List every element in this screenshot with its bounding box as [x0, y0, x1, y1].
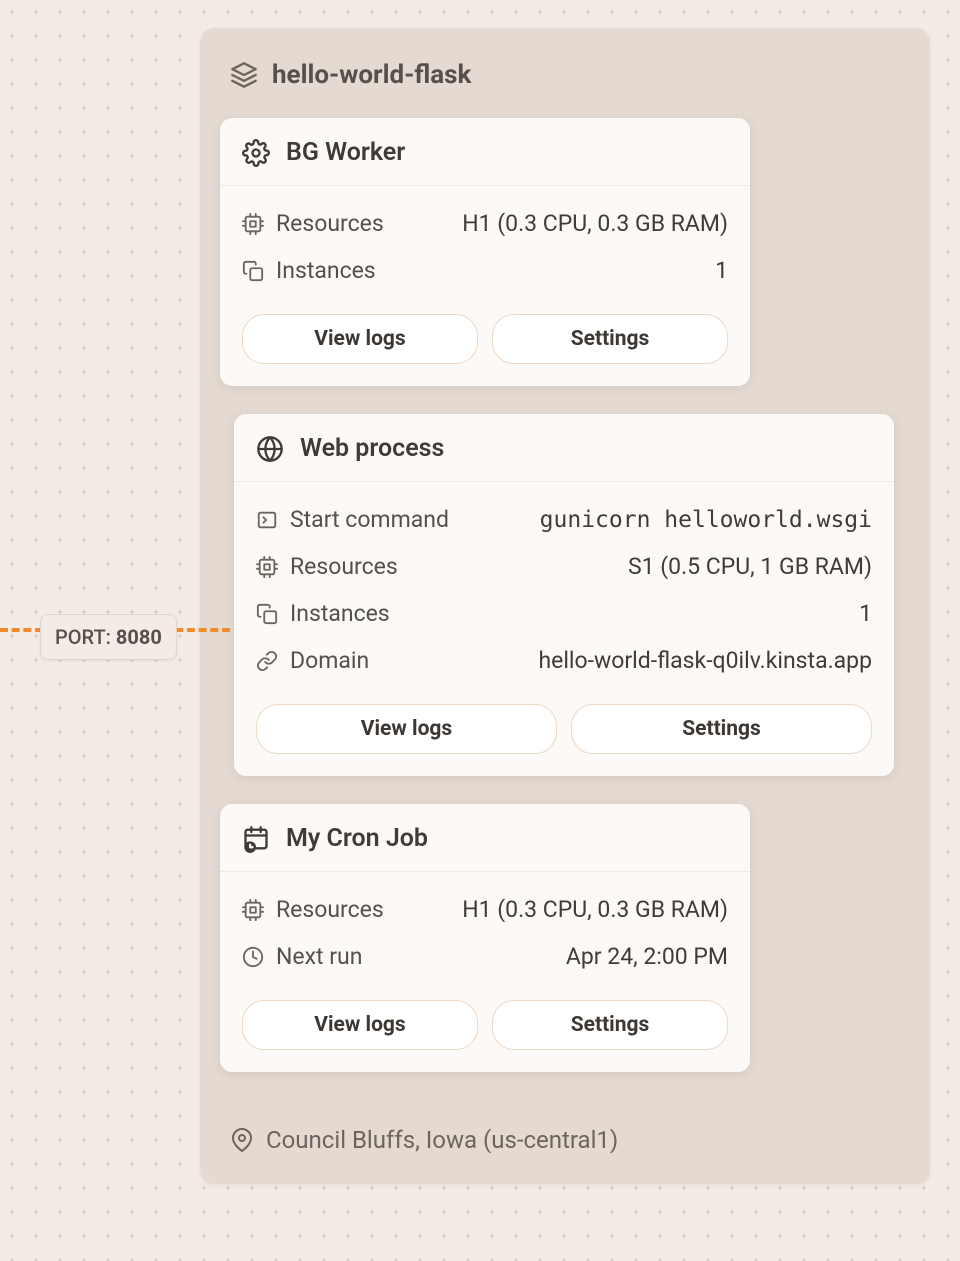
row-value: H1 (0.3 CPU, 0.3 GB RAM) [462, 896, 728, 923]
clock-icon [242, 946, 264, 968]
card-title: My Cron Job [286, 824, 428, 853]
port-label: PORT: [55, 625, 116, 649]
card-header: BG Worker [220, 118, 750, 186]
cpu-icon [256, 556, 278, 578]
row-value: H1 (0.3 CPU, 0.3 GB RAM) [462, 210, 728, 237]
card-body: Resources H1 (0.3 CPU, 0.3 GB RAM) Next … [220, 872, 750, 994]
settings-button[interactable]: Settings [492, 314, 728, 364]
row-instances: Instances 1 [242, 247, 728, 294]
row-value: S1 (0.5 CPU, 1 GB RAM) [628, 553, 872, 580]
globe-icon [256, 435, 284, 463]
card-title: BG Worker [286, 138, 405, 167]
row-value: 1 [859, 600, 872, 627]
row-domain: Domain hello-world-flask-q0ilv.kinsta.ap… [256, 637, 872, 684]
calendar-clock-icon [242, 825, 270, 853]
row-label: Instances [256, 600, 390, 627]
process-card-bg-worker: BG Worker Resources H1 (0.3 CPU, 0.3 GB … [220, 118, 750, 386]
row-next-run: Next run Apr 24, 2:00 PM [242, 933, 728, 980]
row-label: Next run [242, 943, 362, 970]
row-label: Instances [242, 257, 376, 284]
process-card-cron: My Cron Job Resources H1 (0.3 CPU, 0.3 G… [220, 804, 750, 1072]
app-title: hello-world-flask [272, 60, 471, 90]
row-label: Domain [256, 647, 369, 674]
label-text: Instances [276, 257, 376, 284]
copy-icon [256, 603, 278, 625]
gear-icon [242, 139, 270, 167]
row-resources: Resources H1 (0.3 CPU, 0.3 GB RAM) [242, 886, 728, 933]
settings-button[interactable]: Settings [571, 704, 872, 754]
row-label: Resources [242, 896, 384, 923]
process-card-web: Web process Start command gunicorn hello… [234, 414, 894, 776]
row-label: Resources [256, 553, 398, 580]
row-start-command: Start command gunicorn helloworld.wsgi [256, 496, 872, 543]
view-logs-button[interactable]: View logs [242, 314, 478, 364]
port-value: 8080 [116, 625, 162, 649]
cpu-icon [242, 213, 264, 235]
row-value: hello-world-flask-q0ilv.kinsta.app [538, 647, 872, 674]
row-value: gunicorn helloworld.wsgi [540, 507, 872, 533]
card-footer: View logs Settings [220, 994, 750, 1072]
label-text: Next run [276, 943, 362, 970]
cpu-icon [242, 899, 264, 921]
settings-button[interactable]: Settings [492, 1000, 728, 1050]
label-text: Domain [290, 647, 369, 674]
label-text: Start command [290, 506, 449, 533]
row-label: Resources [242, 210, 384, 237]
row-value: 1 [715, 257, 728, 284]
card-body: Start command gunicorn helloworld.wsgi R… [234, 482, 894, 698]
row-resources: Resources S1 (0.5 CPU, 1 GB RAM) [256, 543, 872, 590]
card-body: Resources H1 (0.3 CPU, 0.3 GB RAM) Insta… [220, 186, 750, 308]
map-pin-icon [230, 1128, 254, 1152]
label-text: Resources [276, 896, 384, 923]
label-text: Resources [290, 553, 398, 580]
card-footer: View logs Settings [220, 308, 750, 386]
location-text: Council Bluffs, Iowa (us-central1) [266, 1126, 618, 1154]
view-logs-button[interactable]: View logs [256, 704, 557, 754]
card-footer: View logs Settings [234, 698, 894, 776]
app-panel: hello-world-flask BG Worker Resources H1… [200, 28, 930, 1184]
row-value: Apr 24, 2:00 PM [566, 943, 728, 970]
location-footer: Council Bluffs, Iowa (us-central1) [220, 1100, 910, 1158]
card-header: My Cron Job [220, 804, 750, 872]
label-text: Resources [276, 210, 384, 237]
label-text: Instances [290, 600, 390, 627]
row-instances: Instances 1 [256, 590, 872, 637]
copy-icon [242, 260, 264, 282]
row-label: Start command [256, 506, 449, 533]
card-title: Web process [300, 434, 444, 463]
layers-icon [230, 61, 258, 89]
terminal-icon [256, 509, 278, 531]
view-logs-button[interactable]: View logs [242, 1000, 478, 1050]
link-icon [256, 650, 278, 672]
card-header: Web process [234, 414, 894, 482]
port-badge: PORT: 8080 [40, 614, 177, 660]
row-resources: Resources H1 (0.3 CPU, 0.3 GB RAM) [242, 200, 728, 247]
app-header: hello-world-flask [220, 52, 910, 118]
